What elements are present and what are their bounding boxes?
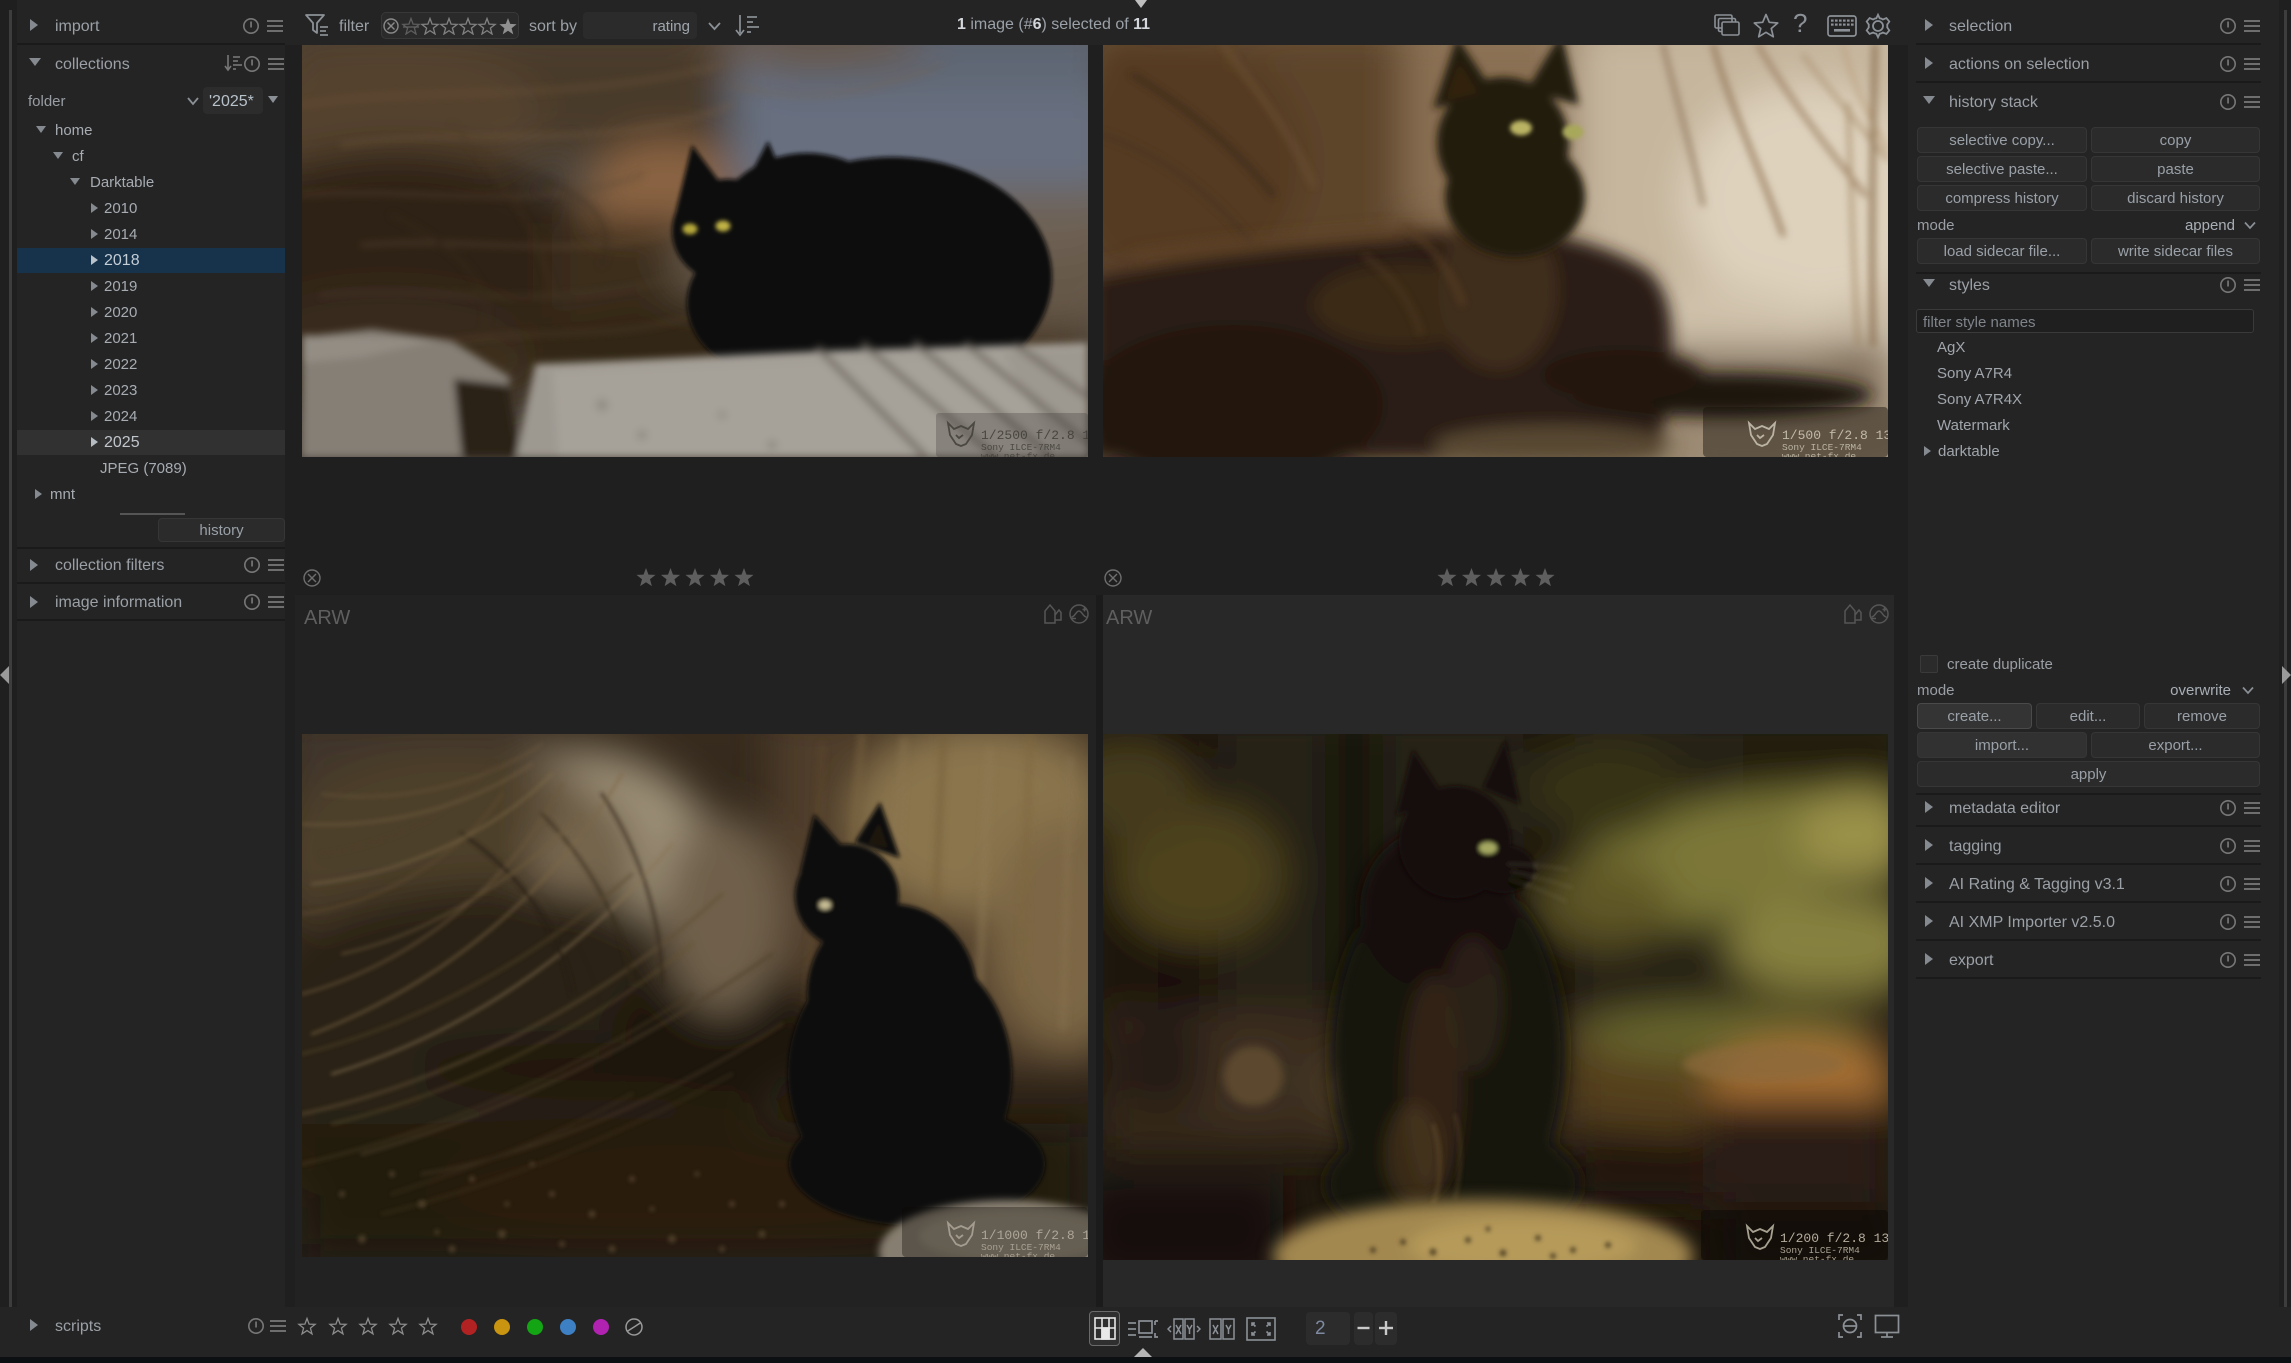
- svg-text:www.net-fx.de: www.net-fx.de: [981, 451, 1055, 457]
- svg-text:1/500 f/2.8 135mm ISO: 1/500 f/2.8 135mm ISO: [1782, 428, 1888, 443]
- svg-text:www.net-fx.de: www.net-fx.de: [981, 1251, 1055, 1257]
- svg-text:1/2500 f/2.8 135mm IS: 1/2500 f/2.8 135mm IS: [981, 428, 1088, 443]
- svg-text:www.net-fx.de: www.net-fx.de: [1780, 1254, 1854, 1260]
- svg-text:www.net-fx.de: www.net-fx.de: [1782, 451, 1856, 457]
- svg-text:1/1000 f/2.8 135mm IS: 1/1000 f/2.8 135mm IS: [981, 1228, 1088, 1243]
- svg-text:1/200 f/2.8 135mm ISO: 1/200 f/2.8 135mm ISO: [1780, 1231, 1888, 1246]
